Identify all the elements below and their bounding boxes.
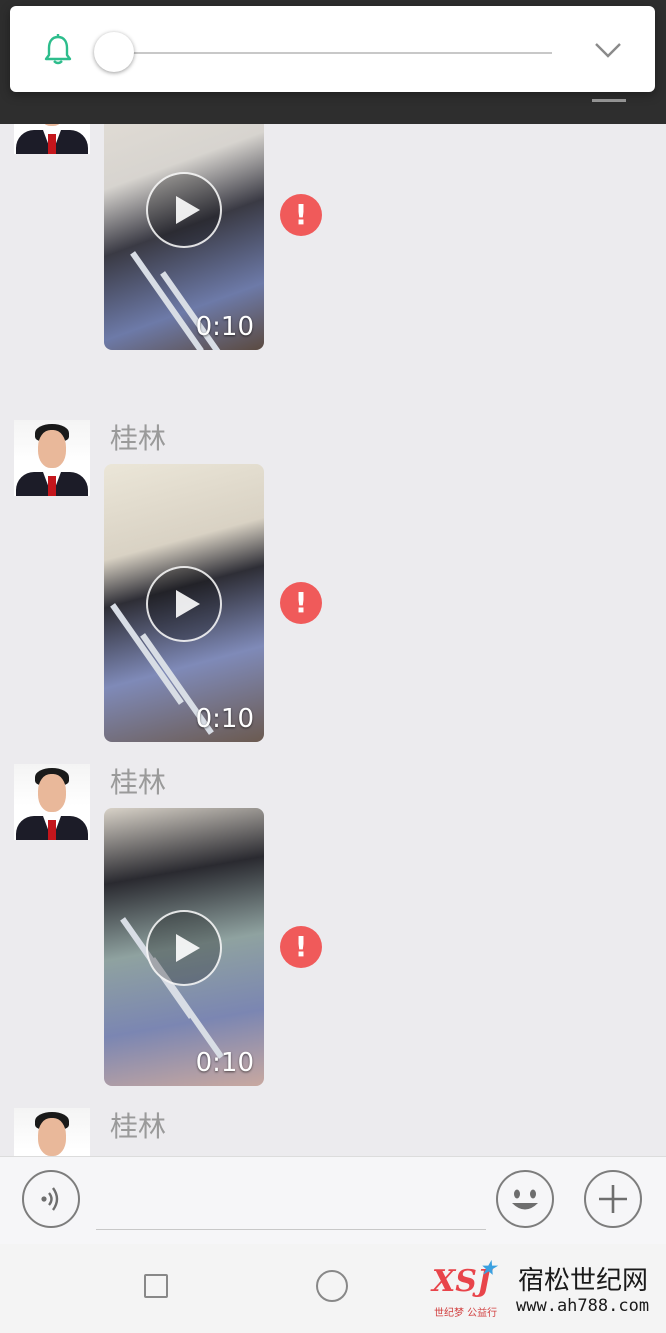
chevron-down-icon[interactable] bbox=[588, 34, 628, 66]
message-input[interactable] bbox=[96, 1177, 486, 1230]
voice-icon bbox=[41, 1187, 59, 1211]
video-duration: 0:10 bbox=[195, 312, 254, 342]
video-message[interactable]: 0:10 bbox=[104, 808, 264, 1086]
bell-icon[interactable] bbox=[40, 32, 76, 68]
input-bar bbox=[0, 1156, 666, 1245]
watermark-logo: XSJ ★ bbox=[432, 1258, 512, 1304]
sender-name: 桂林 bbox=[110, 766, 167, 799]
smiley-icon bbox=[512, 1189, 538, 1210]
send-failed-icon[interactable]: ! bbox=[280, 926, 322, 968]
system-nav-bar: XSJ ★ 世纪梦 公益行 宿松世纪网 www.ah788.com bbox=[0, 1244, 666, 1333]
play-icon[interactable] bbox=[146, 172, 222, 248]
volume-slider-track[interactable] bbox=[116, 52, 552, 54]
recents-button[interactable] bbox=[144, 1274, 168, 1298]
emoji-button[interactable] bbox=[496, 1170, 554, 1228]
video-duration: 0:10 bbox=[195, 704, 254, 734]
sender-name: 桂林 bbox=[110, 1110, 167, 1143]
avatar[interactable] bbox=[14, 764, 90, 840]
avatar[interactable] bbox=[14, 1108, 90, 1156]
watermark-url: www.ah788.com bbox=[516, 1296, 650, 1316]
volume-slider-thumb[interactable] bbox=[94, 32, 134, 72]
voice-input-button[interactable] bbox=[22, 1170, 80, 1228]
watermark-subtitle: 世纪梦 公益行 bbox=[434, 1308, 498, 1319]
message-item: 0:10 ! bbox=[0, 124, 666, 398]
play-icon[interactable] bbox=[146, 910, 222, 986]
message-item: 桂林 bbox=[0, 1108, 666, 1156]
message-list[interactable]: 0:10 ! 桂林 0:10 ! 桂林 0:10 ! 桂林 bbox=[0, 124, 666, 1156]
avatar[interactable] bbox=[14, 420, 90, 496]
watermark: XSJ ★ 世纪梦 公益行 宿松世纪网 www.ah788.com bbox=[432, 1258, 662, 1326]
plus-icon bbox=[599, 1185, 627, 1213]
watermark-name: 宿松世纪网 bbox=[518, 1266, 649, 1296]
send-failed-icon[interactable]: ! bbox=[280, 582, 322, 624]
star-icon: ★ bbox=[480, 1258, 497, 1279]
home-button[interactable] bbox=[316, 1270, 348, 1302]
volume-overlay bbox=[10, 6, 655, 92]
more-button[interactable] bbox=[584, 1170, 642, 1228]
message-item: 桂林 0:10 ! bbox=[0, 420, 666, 750]
video-message[interactable]: 0:10 bbox=[104, 124, 264, 350]
video-duration: 0:10 bbox=[195, 1048, 254, 1078]
avatar[interactable] bbox=[14, 124, 90, 154]
send-failed-icon[interactable]: ! bbox=[280, 194, 322, 236]
video-message[interactable]: 0:10 bbox=[104, 464, 264, 742]
play-icon[interactable] bbox=[146, 566, 222, 642]
message-item: 桂林 0:10 ! bbox=[0, 764, 666, 1094]
sender-name: 桂林 bbox=[110, 422, 167, 455]
